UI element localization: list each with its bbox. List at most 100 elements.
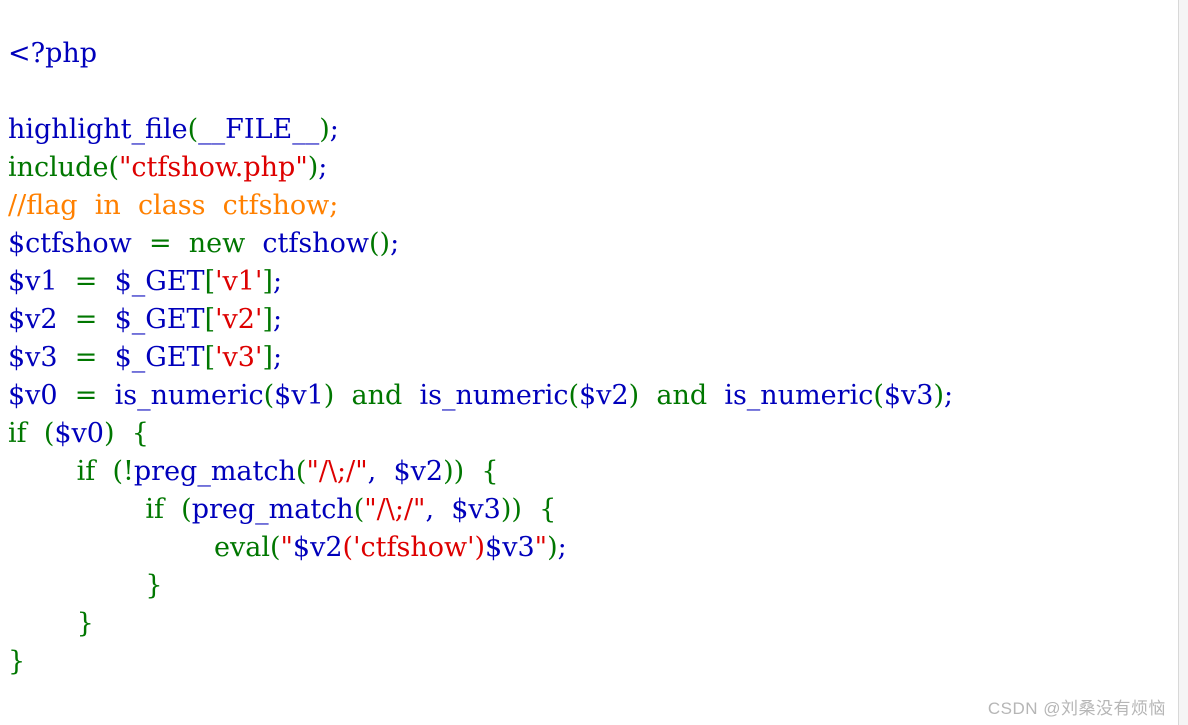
code-token-keyword: )) xyxy=(443,456,465,487)
code-token-keyword: { xyxy=(481,456,499,487)
code-token-default: , xyxy=(367,456,377,487)
code-token-default: $ctfshow xyxy=(8,228,132,259)
code-token-string: 'v3' xyxy=(215,342,263,373)
code-token-keyword: include xyxy=(8,152,109,183)
code-token-keyword: eval xyxy=(213,532,270,563)
code-line: $v0 = is_numeric($v1) and is_numeric($v2… xyxy=(8,377,1178,415)
code-token-default xyxy=(97,304,114,335)
code-token-keyword: ) xyxy=(628,380,640,411)
code-token-default xyxy=(172,228,189,259)
code-line: eval("$v2('ctfshow')$v3"); xyxy=(8,529,1178,567)
php-source-code[interactable]: <?php highlight_file(__FILE__); include("… xyxy=(8,35,1178,681)
code-token-keyword: [ xyxy=(204,266,216,297)
code-token-keyword: ] xyxy=(262,266,273,297)
code-token-default: ctfshow xyxy=(262,228,369,259)
code-token-keyword: [ xyxy=(204,304,216,335)
code-line: if (!preg_match("/\;/", $v2)) { xyxy=(8,453,1178,491)
code-token-keyword: and xyxy=(656,380,708,411)
code-token-default xyxy=(8,570,145,601)
code-token-default xyxy=(434,494,451,525)
code-token-default xyxy=(58,304,75,335)
code-token-default: preg_match xyxy=(191,494,354,525)
code-token-keyword: = xyxy=(74,342,98,373)
code-token-default xyxy=(707,380,724,411)
code-line: highlight_file(__FILE__); xyxy=(8,111,1178,149)
code-token-string: " xyxy=(534,532,548,563)
code-token-default: ; xyxy=(329,114,339,145)
code-token-default: $v0 xyxy=(54,418,104,449)
code-token-default: $v0 xyxy=(8,380,58,411)
code-token-default: ; xyxy=(272,342,283,373)
code-token-default xyxy=(95,456,112,487)
code-token-default: $v3 xyxy=(451,494,501,525)
code-token-default: ; xyxy=(390,228,400,259)
code-token-default: preg_match xyxy=(133,456,296,487)
code-token-default xyxy=(27,418,44,449)
code-line: $v3 = $_GET['v3']; xyxy=(8,339,1178,377)
code-token-keyword: = xyxy=(74,266,98,297)
code-token-default xyxy=(639,380,656,411)
code-token-default: $v3 xyxy=(883,380,934,411)
code-token-default xyxy=(97,380,114,411)
code-token-default: is_numeric xyxy=(419,380,569,411)
code-token-keyword: ( xyxy=(269,532,281,563)
code-token-keyword: if xyxy=(76,456,96,487)
code-token-default xyxy=(164,494,181,525)
code-line: //flag in class ctfshow; xyxy=(8,187,1178,225)
code-token-default: $v3 xyxy=(8,342,58,373)
code-token-keyword: ( xyxy=(353,494,365,525)
code-token-keyword: ( xyxy=(43,418,55,449)
code-token-default: $v2 xyxy=(393,456,444,487)
code-token-string: "/\;/" xyxy=(306,456,368,487)
code-token-default: $v3 xyxy=(485,532,535,563)
code-token-keyword: ( xyxy=(187,114,199,145)
code-token-default: , xyxy=(425,494,435,525)
code-token-default xyxy=(8,494,145,525)
code-token-default: ; xyxy=(557,532,567,563)
code-token-string: 'v2' xyxy=(215,304,263,335)
code-token-default xyxy=(58,380,75,411)
code-token-default: is_numeric xyxy=(724,380,874,411)
code-token-default xyxy=(132,228,149,259)
code-token-keyword: ) xyxy=(547,532,558,563)
code-token-default xyxy=(58,342,75,373)
code-token-default xyxy=(334,380,351,411)
code-token-default: ; xyxy=(272,304,283,335)
code-token-keyword: { xyxy=(131,418,149,449)
code-line: if (preg_match("/\;/", $v3)) { xyxy=(8,491,1178,529)
code-token-default xyxy=(376,456,393,487)
code-token-default: ; xyxy=(318,152,328,183)
code-token-keyword: ) xyxy=(307,152,319,183)
code-token-default xyxy=(245,228,262,259)
code-token-default: highlight_file xyxy=(8,114,188,145)
code-token-default xyxy=(8,456,77,487)
code-line: include("ctfshow.php"); xyxy=(8,149,1178,187)
code-viewer: <?php highlight_file(__FILE__); include("… xyxy=(0,0,1178,725)
code-token-default: $_GET xyxy=(114,304,205,335)
code-line: if ($v0) { xyxy=(8,415,1178,453)
code-token-keyword: ( xyxy=(181,494,192,525)
code-token-keyword: and xyxy=(351,380,403,411)
code-token-string: "/\;/" xyxy=(364,494,426,525)
code-token-default xyxy=(97,266,114,297)
code-token-default: $_GET xyxy=(114,342,205,373)
code-token-keyword: (! xyxy=(112,456,134,487)
code-token-default: $_GET xyxy=(114,266,205,297)
code-line: } xyxy=(8,567,1178,605)
csdn-watermark: CSDN @刘桑没有烦恼 xyxy=(987,699,1166,718)
code-token-default xyxy=(8,532,214,563)
code-token-default xyxy=(464,456,481,487)
code-token-keyword: ( xyxy=(263,380,275,411)
code-token-default xyxy=(115,418,132,449)
code-token-string: "ctfshow.php" xyxy=(118,152,308,183)
code-line: $v2 = $_GET['v2']; xyxy=(8,301,1178,339)
code-line: } xyxy=(8,643,1178,681)
code-token-keyword: ] xyxy=(262,304,273,335)
vertical-scrollbar-track[interactable] xyxy=(1178,0,1188,725)
code-token-keyword: [ xyxy=(204,342,216,373)
code-token-default xyxy=(522,494,539,525)
code-token-default xyxy=(8,608,77,639)
code-token-string: " xyxy=(280,532,293,563)
code-token-keyword: ) xyxy=(319,114,330,145)
code-token-keyword: } xyxy=(8,646,26,677)
